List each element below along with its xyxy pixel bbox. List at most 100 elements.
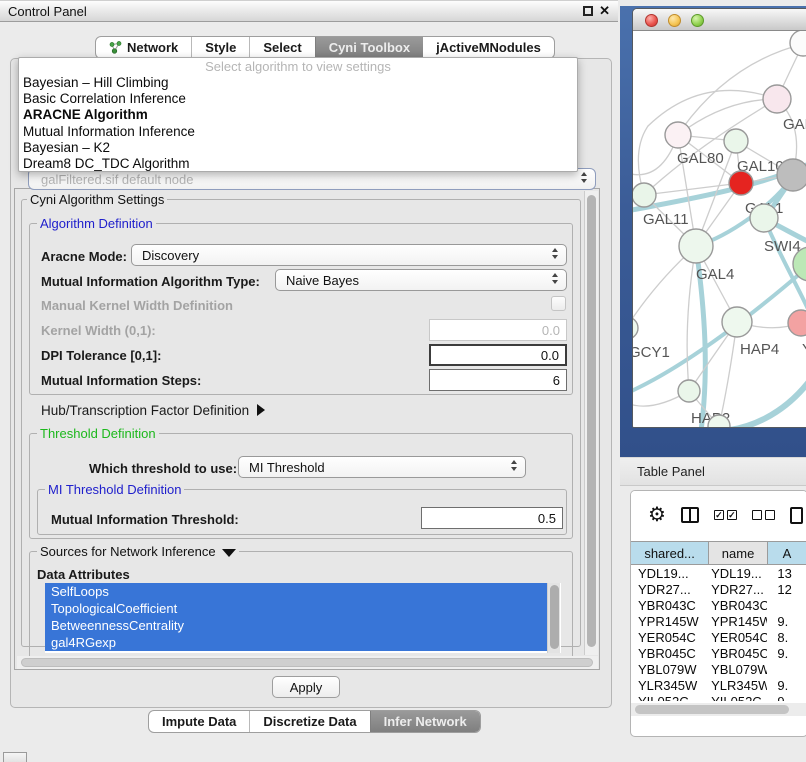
tab-style[interactable]: Style bbox=[191, 37, 249, 58]
algorithm-option-basic-correlation-inference[interactable]: Basic Correlation Inference bbox=[19, 91, 577, 107]
attribute-item-gal4rgexp[interactable]: gal4RGexp bbox=[45, 634, 547, 651]
mi-type-combo[interactable]: Naive Bayes bbox=[275, 269, 567, 291]
tab-impute-data[interactable]: Impute Data bbox=[149, 711, 249, 732]
close-icon[interactable]: ✕ bbox=[599, 5, 610, 17]
tab-select[interactable]: Select bbox=[249, 37, 314, 58]
which-threshold-combo[interactable]: MI Threshold bbox=[238, 456, 526, 478]
table-cell[interactable]: YDL19... bbox=[708, 566, 767, 582]
table-cell[interactable]: YDR27... bbox=[631, 582, 708, 598]
network-canvas[interactable]: GALGAL80GAL10GAL1GAL11SWI4GAL4GCY1HAP4YH… bbox=[633, 31, 806, 428]
table-cell[interactable]: 12 bbox=[767, 582, 806, 598]
table-cell[interactable] bbox=[767, 662, 806, 678]
aracne-mode-combo[interactable]: Discovery bbox=[131, 244, 567, 266]
kernel-width-field[interactable]: 0.0 bbox=[429, 319, 567, 341]
tab-jactivemnodules[interactable]: jActiveMNodules bbox=[423, 37, 554, 58]
node-hap2[interactable] bbox=[678, 380, 700, 402]
mi-steps-field[interactable]: 6 bbox=[429, 369, 567, 391]
settings-vertical-scrollbar[interactable] bbox=[584, 191, 598, 655]
gear-icon[interactable]: ⚙ bbox=[648, 505, 666, 525]
table-row[interactable]: YBL079WYBL079W bbox=[631, 662, 806, 678]
attribute-item-betweennesscentrality[interactable]: BetweennessCentrality bbox=[45, 617, 547, 634]
table-row[interactable]: YER054CYER054C8. bbox=[631, 630, 806, 646]
float-window-icon[interactable] bbox=[583, 6, 593, 16]
table-cell[interactable]: YIL052C bbox=[708, 694, 767, 701]
algorithm-option-bayesian-hill-climbing[interactable]: Bayesian – Hill Climbing bbox=[19, 75, 577, 91]
tab-discretize-data[interactable]: Discretize Data bbox=[249, 711, 369, 732]
close-traffic-light-icon[interactable] bbox=[645, 14, 658, 27]
column-header-name[interactable]: name bbox=[709, 542, 768, 564]
table-cell[interactable]: YPR145W bbox=[631, 614, 708, 630]
table-cell[interactable]: YBR043C bbox=[631, 598, 708, 614]
table-row[interactable]: YIL052CYIL052C9 bbox=[631, 694, 806, 701]
column-header-a[interactable]: A bbox=[768, 542, 806, 564]
node-gal10[interactable] bbox=[724, 129, 748, 153]
network-window-titlebar[interactable] bbox=[633, 9, 806, 31]
node-gal11[interactable] bbox=[633, 183, 656, 207]
table-cell[interactable]: YBR043C bbox=[708, 598, 767, 614]
table-cell[interactable]: 9. bbox=[767, 614, 806, 630]
minimize-traffic-light-icon[interactable] bbox=[668, 14, 681, 27]
table-cell[interactable]: YBL079W bbox=[708, 662, 767, 678]
unchecked-boxes-icon[interactable] bbox=[752, 510, 775, 520]
expand-right-icon[interactable] bbox=[257, 404, 265, 416]
table-cell[interactable]: YBL079W bbox=[631, 662, 708, 678]
algorithm-option-dream8-dc-tdc-algorithm[interactable]: Dream8 DC_TDC Algorithm bbox=[19, 156, 577, 172]
manual-kernel-checkbox[interactable] bbox=[551, 296, 566, 311]
sources-group-toggle[interactable]: Sources for Network Inference bbox=[37, 544, 239, 559]
tab-cyni-toolbox[interactable]: Cyni Toolbox bbox=[315, 37, 423, 58]
table-row[interactable]: YPR145WYPR145W9. bbox=[631, 614, 806, 630]
table-cell[interactable]: YDL19... bbox=[631, 566, 708, 582]
node-gal4[interactable] bbox=[679, 229, 713, 263]
node-hap4[interactable] bbox=[722, 307, 752, 337]
table-row[interactable]: YDL19...YDL19...13 bbox=[631, 566, 806, 582]
node-gal[interactable] bbox=[763, 85, 791, 113]
settings-horizontal-scrollbar[interactable] bbox=[17, 656, 598, 669]
node-salmon[interactable] bbox=[788, 310, 806, 336]
node-gray[interactable] bbox=[777, 159, 806, 191]
zoom-traffic-light-icon[interactable] bbox=[691, 14, 704, 27]
node-gal1[interactable] bbox=[729, 171, 753, 195]
table-cell[interactable] bbox=[767, 598, 806, 614]
table-row[interactable]: YLR345WYLR345W9. bbox=[631, 678, 806, 694]
apply-button[interactable]: Apply bbox=[272, 676, 340, 698]
table-cell[interactable]: YIL052C bbox=[631, 694, 708, 701]
node-gal80[interactable] bbox=[665, 122, 691, 148]
dpi-tolerance-field[interactable]: 0.0 bbox=[429, 344, 567, 366]
node-swi4[interactable] bbox=[750, 204, 778, 232]
table-row[interactable]: YBR045CYBR045C9. bbox=[631, 646, 806, 662]
table-cell[interactable]: YDR27... bbox=[708, 582, 767, 598]
hub-section-toggle[interactable]: Hub/Transcription Factor Definition bbox=[41, 403, 265, 418]
table-cell[interactable]: YBR045C bbox=[708, 646, 767, 662]
mi-threshold-field[interactable]: 0.5 bbox=[421, 507, 563, 529]
column-header-shared[interactable]: shared... bbox=[631, 542, 709, 564]
split-columns-icon[interactable] bbox=[681, 507, 699, 523]
table-row[interactable]: YBR043CYBR043C bbox=[631, 598, 806, 614]
table-cell[interactable]: YPR145W bbox=[708, 614, 767, 630]
collapse-down-icon[interactable] bbox=[222, 549, 236, 557]
algorithm-option-bayesian-k2[interactable]: Bayesian – K2 bbox=[19, 140, 577, 156]
page-icon[interactable] bbox=[790, 507, 803, 524]
algorithm-option-mutual-information-inference[interactable]: Mutual Information Inference bbox=[19, 124, 577, 140]
table-cell[interactable]: YLR345W bbox=[708, 678, 767, 694]
tab-infer-network[interactable]: Infer Network bbox=[370, 711, 480, 732]
attribute-item-topologicalcoefficient[interactable]: TopologicalCoefficient bbox=[45, 600, 547, 617]
table-row[interactable]: YDR27...YDR27...12 bbox=[631, 582, 806, 598]
attributes-list-scrollbar[interactable] bbox=[547, 583, 560, 653]
algorithm-option-aracne-algorithm[interactable]: ARACNE Algorithm bbox=[19, 107, 577, 123]
table-cell[interactable]: YER054C bbox=[631, 630, 708, 646]
table-cell[interactable]: 9. bbox=[767, 646, 806, 662]
table-cell[interactable]: 8. bbox=[767, 630, 806, 646]
table-cell[interactable]: 9 bbox=[767, 694, 806, 701]
attribute-item-selfloops[interactable]: SelfLoops bbox=[45, 583, 547, 600]
node-gcy1[interactable] bbox=[633, 317, 638, 339]
table-cell[interactable]: 13 bbox=[767, 566, 806, 582]
tab-network[interactable]: Network bbox=[96, 37, 191, 58]
table-cell[interactable]: 9. bbox=[767, 678, 806, 694]
table-cell[interactable]: YBR045C bbox=[631, 646, 708, 662]
checked-boxes-icon[interactable]: ✓✓ bbox=[714, 510, 737, 520]
minimized-panel-icon[interactable] bbox=[3, 752, 27, 762]
table-cell[interactable]: YER054C bbox=[708, 630, 767, 646]
table-cell[interactable]: YLR345W bbox=[631, 678, 708, 694]
node-unlabeled-top[interactable] bbox=[790, 31, 806, 56]
table-horizontal-scrollbar[interactable] bbox=[631, 703, 806, 716]
